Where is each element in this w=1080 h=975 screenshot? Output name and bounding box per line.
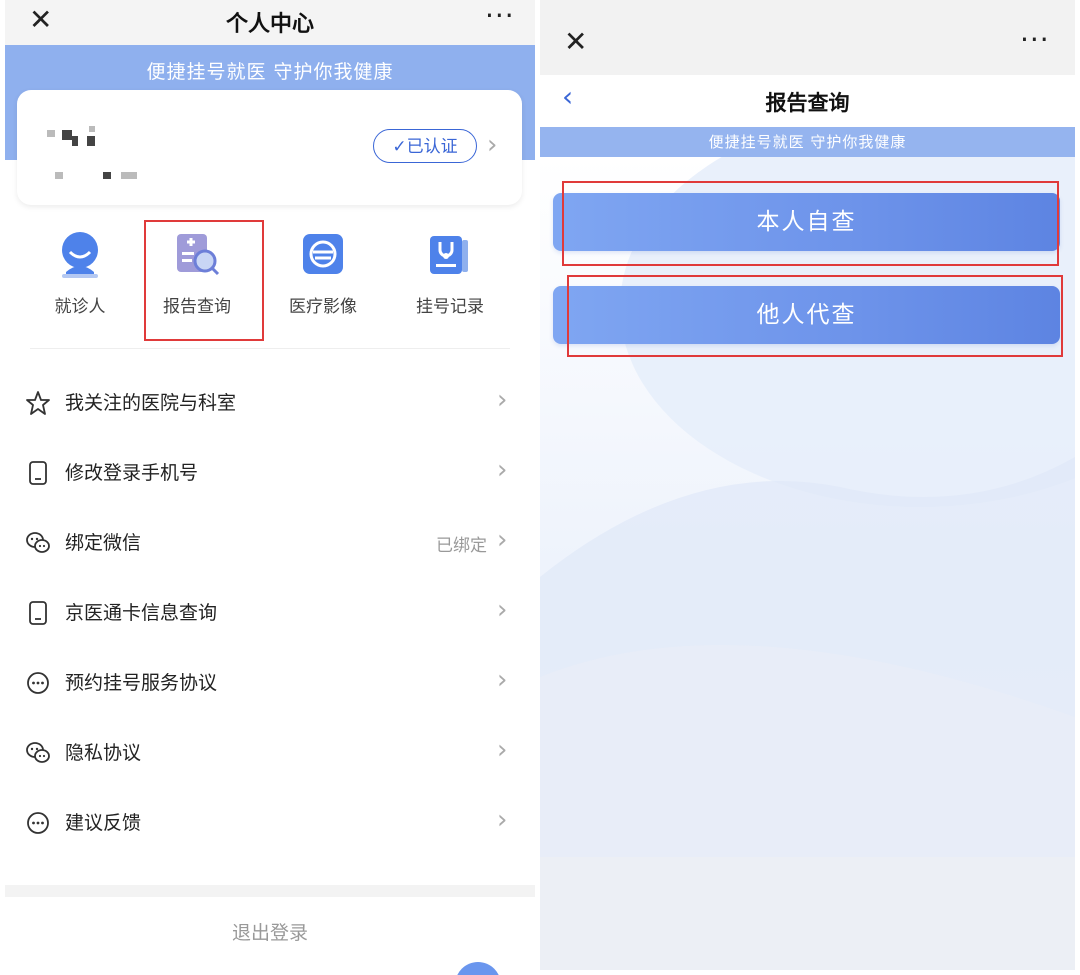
nav-bar: ‹ 报告查询 [540, 75, 1075, 127]
patient-icon [62, 232, 98, 278]
report-query-screen: ✕ ··· ‹ 报告查询 便捷挂号就医 守护你我健康 本人自查 他人代查 [540, 0, 1075, 970]
star-icon [26, 391, 50, 415]
chat-dots-icon [27, 812, 49, 834]
menu-item-bind-wechat[interactable]: 绑定微信 已绑定 › [5, 508, 535, 578]
top-bar: ✕ 个人中心 ··· [5, 0, 535, 45]
quick-action-label: 挂号记录 [416, 297, 484, 317]
page-title: 个人中心 [225, 12, 314, 37]
wechat-bound-status: 已绑定 [436, 536, 487, 556]
highlight-self-query [562, 181, 1059, 266]
menu-item-change-phone[interactable]: 修改登录手机号 › [5, 438, 535, 508]
menu-item-card-info[interactable]: 京医通卡信息查询 › [5, 578, 535, 648]
chevron-right-icon: › [497, 735, 508, 765]
menu-item-label: 修改登录手机号 [65, 462, 199, 484]
section-separator [5, 885, 535, 897]
quick-action-medical-imaging[interactable]: 医疗影像 [268, 230, 378, 330]
chevron-right-icon: › [497, 665, 508, 695]
quick-action-label: 医疗影像 [289, 297, 357, 317]
menu-item-label: 建议反馈 [65, 812, 142, 834]
chevron-right-icon: › [497, 455, 508, 485]
chevron-right-icon: › [497, 525, 508, 555]
quick-action-label: 就诊人 [54, 297, 106, 317]
card-icon [29, 601, 47, 625]
quick-action-registration-record[interactable]: 挂号记录 [395, 230, 505, 330]
registration-record-icon [430, 236, 468, 274]
floating-button[interactable] [455, 962, 501, 975]
phone-icon [29, 461, 47, 485]
quick-action-patient[interactable]: 就诊人 [25, 230, 135, 330]
menu-item-followed-hospitals[interactable]: 我关注的医院与科室 › [5, 368, 535, 438]
personal-center-screen: ✕ 个人中心 ··· 便捷挂号就医 守护你我健康 ✓已认证 › 就诊人 报告查询… [5, 0, 535, 975]
chevron-right-icon: › [497, 805, 508, 835]
medical-imaging-icon [303, 234, 343, 274]
more-icon[interactable]: ··· [485, 2, 515, 30]
wechat-icon [26, 532, 50, 553]
menu-item-privacy-agreement[interactable]: 隐私协议 › [5, 718, 535, 788]
menu-item-label: 隐私协议 [65, 742, 142, 764]
highlight-report-search [144, 220, 264, 341]
chevron-right-icon: › [487, 130, 498, 160]
menu-item-registration-agreement[interactable]: 预约挂号服务协议 › [5, 648, 535, 718]
chevron-right-icon: › [497, 385, 508, 415]
logout-button[interactable]: 退出登录 [5, 918, 535, 945]
menu-item-label: 绑定微信 [65, 532, 142, 554]
top-bar: ✕ ··· [540, 0, 1075, 75]
divider [30, 348, 510, 349]
menu-item-feedback[interactable]: 建议反馈 › [5, 788, 535, 858]
page-title: 报告查询 [765, 91, 850, 115]
highlight-proxy-query [567, 275, 1063, 357]
verified-badge[interactable]: ✓已认证 [373, 129, 477, 163]
chat-dots-icon [27, 672, 49, 694]
menu-item-label: 京医通卡信息查询 [65, 602, 218, 624]
chevron-right-icon: › [497, 595, 508, 625]
slogan-text: 便捷挂号就医 守护你我健康 [146, 61, 394, 83]
user-card[interactable]: ✓已认证 › [17, 90, 522, 205]
wechat-icon [26, 742, 50, 763]
slogan-text: 便捷挂号就医 守护你我健康 [708, 133, 907, 151]
menu-item-label: 我关注的医院与科室 [65, 392, 237, 414]
more-icon[interactable]: ··· [1020, 26, 1050, 54]
slogan-banner: 便捷挂号就医 守护你我健康 [540, 127, 1075, 157]
menu-item-label: 预约挂号服务协议 [65, 672, 218, 694]
close-icon[interactable]: ✕ [564, 28, 587, 56]
